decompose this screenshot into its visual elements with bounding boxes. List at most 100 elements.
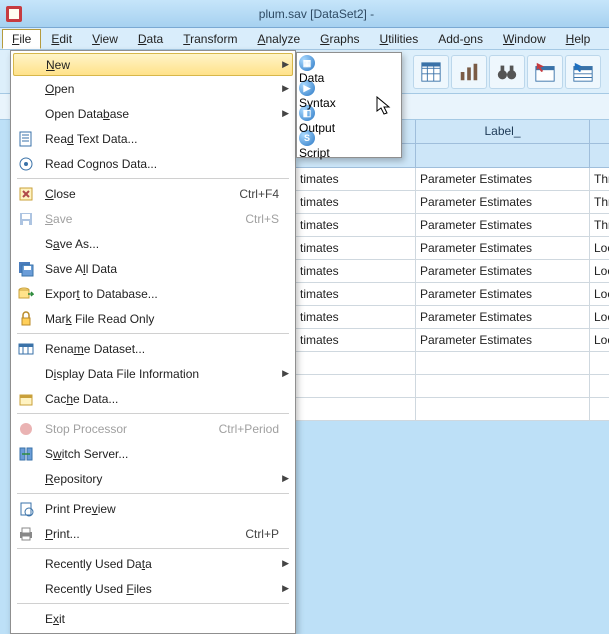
file-menu-save-as[interactable]: Save As... bbox=[13, 231, 293, 256]
file-menu-open-database[interactable]: Open Database bbox=[13, 101, 293, 126]
file-menu-recent-data[interactable]: Recently Used Data bbox=[13, 551, 293, 576]
table-row[interactable]: timatesParameter EstimatesLoca bbox=[296, 306, 609, 329]
cell[interactable] bbox=[590, 352, 609, 375]
table-row[interactable]: timatesParameter EstimatesLoca bbox=[296, 283, 609, 306]
print-icon bbox=[13, 521, 39, 546]
export-icon bbox=[13, 281, 39, 306]
menu-window[interactable]: Window bbox=[493, 29, 556, 49]
table-row[interactable] bbox=[296, 375, 609, 398]
data-icon: ▦ bbox=[299, 55, 399, 71]
file-menu-repository[interactable]: Repository bbox=[13, 466, 293, 491]
cell[interactable]: Loca bbox=[590, 306, 609, 329]
cell[interactable] bbox=[590, 398, 609, 421]
cell[interactable]: Parameter Estimates bbox=[416, 329, 590, 352]
file-menu-rename-dataset[interactable]: Rename Dataset... bbox=[13, 336, 293, 361]
cell[interactable]: Loca bbox=[590, 329, 609, 352]
file-menu-print-preview[interactable]: Print Preview bbox=[13, 496, 293, 521]
cell[interactable] bbox=[590, 375, 609, 398]
cell[interactable]: Parameter Estimates bbox=[416, 237, 590, 260]
file-menu-display-info[interactable]: Display Data File Information bbox=[13, 361, 293, 386]
file-menu-read-cognos[interactable]: Read Cognos Data... bbox=[13, 151, 293, 176]
cell[interactable]: Loca bbox=[590, 237, 609, 260]
lock-icon bbox=[13, 306, 39, 331]
blank-icon bbox=[13, 231, 39, 256]
cell[interactable]: timates bbox=[296, 329, 416, 352]
menu-graphs[interactable]: Graphs bbox=[310, 29, 369, 49]
cell[interactable]: timates bbox=[296, 237, 416, 260]
file-menu-export-db[interactable]: Export to Database... bbox=[13, 281, 293, 306]
menu-addons[interactable]: Add-ons bbox=[428, 29, 493, 49]
blank-icon bbox=[13, 576, 39, 601]
cell[interactable]: Parameter Estimates bbox=[416, 260, 590, 283]
rename-icon bbox=[13, 336, 39, 361]
cell[interactable]: Parameter Estimates bbox=[416, 168, 590, 191]
menu-data[interactable]: Data bbox=[128, 29, 173, 49]
cell[interactable]: Thres bbox=[590, 214, 609, 237]
cache-icon bbox=[13, 386, 39, 411]
file-menu-open[interactable]: Open bbox=[13, 76, 293, 101]
table-row[interactable]: timatesParameter EstimatesLoca bbox=[296, 260, 609, 283]
cell[interactable] bbox=[416, 398, 590, 421]
file-menu-switch-server[interactable]: Switch Server... bbox=[13, 441, 293, 466]
cell[interactable]: timates bbox=[296, 306, 416, 329]
file-menu-mark-readonly[interactable]: Mark File Read Only bbox=[13, 306, 293, 331]
menu-transform[interactable]: Transform bbox=[173, 29, 247, 49]
cell[interactable] bbox=[416, 352, 590, 375]
toolbar-chart-icon[interactable] bbox=[451, 55, 487, 89]
cell[interactable]: timates bbox=[296, 214, 416, 237]
table-row[interactable] bbox=[296, 352, 609, 375]
toolbar-grid-icon[interactable] bbox=[413, 55, 449, 89]
table-row[interactable]: timatesParameter EstimatesThres bbox=[296, 168, 609, 191]
cell[interactable]: timates bbox=[296, 283, 416, 306]
cell[interactable]: timates bbox=[296, 168, 416, 191]
file-menu-new[interactable]: New bbox=[13, 53, 293, 76]
file-menu-print[interactable]: Print... Ctrl+P bbox=[13, 521, 293, 546]
cognos-icon bbox=[13, 151, 39, 176]
cell[interactable]: Thres bbox=[590, 168, 609, 191]
column-header-label[interactable]: Label_ bbox=[416, 120, 590, 144]
cell[interactable]: Parameter Estimates bbox=[416, 191, 590, 214]
file-menu-stop-processor: Stop Processor Ctrl+Period bbox=[13, 416, 293, 441]
file-menu-save: Save Ctrl+S bbox=[13, 206, 293, 231]
table-row[interactable] bbox=[296, 398, 609, 421]
file-menu-exit[interactable]: Exit bbox=[13, 606, 293, 631]
column-header[interactable] bbox=[590, 120, 609, 144]
cell[interactable]: Loca bbox=[590, 260, 609, 283]
menu-view[interactable]: View bbox=[82, 29, 128, 49]
file-menu-save-all[interactable]: Save All Data bbox=[13, 256, 293, 281]
file-menu-read-text-data[interactable]: Read Text Data... bbox=[13, 126, 293, 151]
cell[interactable]: Parameter Estimates bbox=[416, 214, 590, 237]
blank-icon bbox=[13, 551, 39, 576]
cell[interactable] bbox=[296, 375, 416, 398]
cell[interactable]: Thres bbox=[590, 191, 609, 214]
menu-edit[interactable]: Edit bbox=[41, 29, 82, 49]
file-menu-recent-files[interactable]: Recently Used Files bbox=[13, 576, 293, 601]
menu-file[interactable]: File bbox=[2, 29, 41, 49]
file-menu-close[interactable]: Close Ctrl+F4 bbox=[13, 181, 293, 206]
menu-help[interactable]: Help bbox=[556, 29, 601, 49]
menu-utilities[interactable]: Utilities bbox=[370, 29, 429, 49]
cell[interactable]: Parameter Estimates bbox=[416, 283, 590, 306]
table-row[interactable]: timatesParameter EstimatesLoca bbox=[296, 329, 609, 352]
toolbar-select-grid-icon[interactable] bbox=[527, 55, 563, 89]
cell[interactable]: Loca bbox=[590, 283, 609, 306]
toolbar-select-list-icon[interactable] bbox=[565, 55, 601, 89]
cell[interactable]: timates bbox=[296, 191, 416, 214]
column-header-sub[interactable] bbox=[416, 144, 590, 168]
blank-icon bbox=[13, 76, 39, 101]
cell[interactable] bbox=[416, 375, 590, 398]
stop-icon bbox=[13, 416, 39, 441]
table-row[interactable]: timatesParameter EstimatesThres bbox=[296, 214, 609, 237]
cell[interactable]: timates bbox=[296, 260, 416, 283]
toolbar-binoculars-icon[interactable] bbox=[489, 55, 525, 89]
cell[interactable]: Parameter Estimates bbox=[416, 306, 590, 329]
menu-analyze[interactable]: Analyze bbox=[247, 29, 310, 49]
cell[interactable] bbox=[296, 352, 416, 375]
file-menu-cache-data[interactable]: Cache Data... bbox=[13, 386, 293, 411]
table-row[interactable]: timatesParameter EstimatesThres bbox=[296, 191, 609, 214]
column-header-sub[interactable] bbox=[590, 144, 609, 168]
table-row[interactable]: timatesParameter EstimatesLoca bbox=[296, 237, 609, 260]
new-data[interactable]: ▦ Data bbox=[299, 55, 399, 80]
new-submenu: ▦ Data ▶ Syntax ◧ Output S Script bbox=[296, 52, 402, 158]
cell[interactable] bbox=[296, 398, 416, 421]
